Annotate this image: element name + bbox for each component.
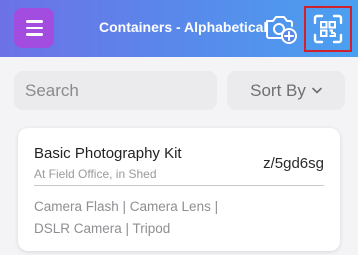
sort-by-button[interactable]: Sort By bbox=[227, 71, 345, 110]
add-photo-icon bbox=[266, 16, 297, 44]
container-items-line: DSLR Camera | Tripod bbox=[34, 221, 171, 236]
app-header: Containers - Alphabetical bbox=[0, 0, 358, 57]
chevron-down-icon bbox=[312, 87, 322, 94]
sort-by-label: Sort By bbox=[250, 80, 306, 100]
qr-scan-icon bbox=[313, 14, 343, 44]
container-name: Basic Photography Kit bbox=[34, 145, 182, 162]
menu-icon bbox=[25, 20, 43, 23]
page-title: Containers - Alphabetical bbox=[99, 19, 268, 35]
container-items-line: Camera Flash | Camera Lens | bbox=[34, 199, 219, 214]
container-location: At Field Office, in Shed bbox=[34, 167, 157, 181]
container-card[interactable]: Basic Photography Kit At Field Office, i… bbox=[18, 128, 340, 251]
divider bbox=[34, 185, 324, 186]
container-code: z/5gd6sg bbox=[263, 155, 324, 172]
menu-button[interactable] bbox=[14, 8, 54, 48]
search-placeholder: Search bbox=[25, 80, 79, 100]
menu-icon-bar bbox=[25, 26, 43, 30]
search-input[interactable]: Search bbox=[14, 71, 217, 110]
qr-scan-button[interactable] bbox=[304, 6, 352, 52]
add-photo-button[interactable] bbox=[264, 12, 298, 44]
menu-icon-bar bbox=[25, 33, 43, 36]
container-items: Camera Flash | Camera Lens | DSLR Camera… bbox=[34, 196, 249, 240]
